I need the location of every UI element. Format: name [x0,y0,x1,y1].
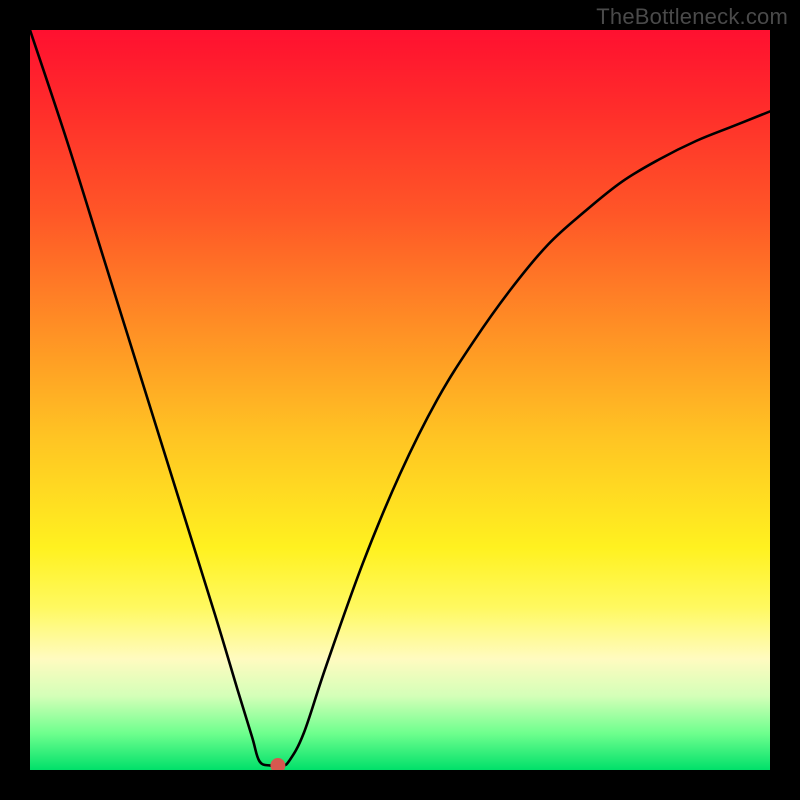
chart-frame: TheBottleneck.com [0,0,800,800]
curve-svg [30,30,770,770]
plot-area [30,30,770,770]
bottleneck-curve [30,30,770,766]
attribution-text: TheBottleneck.com [596,4,788,30]
optimum-marker [271,759,285,770]
